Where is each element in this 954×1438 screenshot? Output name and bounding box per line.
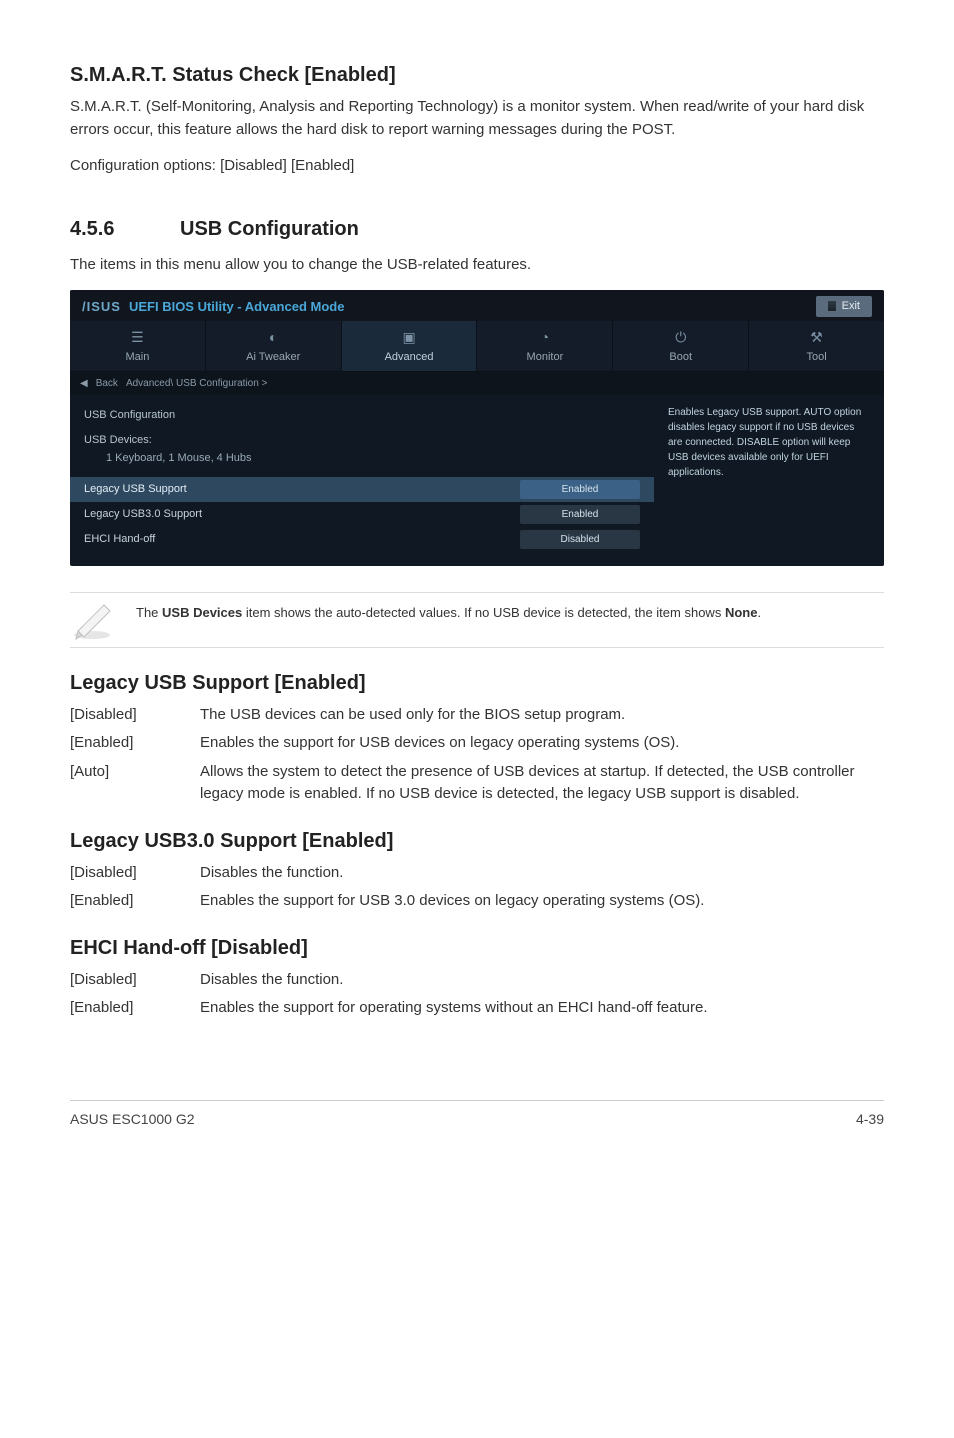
bios-header: /ISUS UEFI BIOS Utility - Advanced Mode … [70,290,884,321]
bios-breadcrumb: ◀ Back Advanced\ USB Configuration > [70,372,884,395]
power-icon: ⏻ [613,329,748,345]
note-box: The USB Devices item shows the auto-dete… [70,592,884,648]
bios-body: USB Configuration USB Devices: 1 Keyboar… [70,395,884,566]
note-prefix: The [136,605,162,620]
legacy-usb-value[interactable]: Enabled [520,480,640,499]
option-def: Enables the support for operating system… [200,997,884,1020]
footer-right: 4-39 [856,1109,884,1130]
bios-tabs: ☰ Main ◐ Ai Tweaker ▣ Advanced ◔ Monitor ⏻ Bo… [70,321,884,373]
usb-config-group: USB Configuration [84,405,640,426]
legacy-usb-list: [Disabled] The USB devices can be used o… [70,704,884,806]
legacy-usb-label: Legacy USB Support [84,481,187,498]
legacy-usb30-value[interactable]: Enabled [520,505,640,524]
option-term: [Disabled] [70,704,200,727]
tab-advanced-label: Advanced [385,351,434,363]
smart-heading: S.M.A.R.T. Status Check [Enabled] [70,60,884,90]
note-bold2: None [725,605,758,620]
breadcrumb-back[interactable]: Back [96,376,118,391]
legacy-usb30-label: Legacy USB3.0 Support [84,506,202,523]
list-item: [Enabled] Enables the support for USB de… [70,732,884,755]
legacy-usb-heading: Legacy USB Support [Enabled] [70,668,884,698]
option-term: [Enabled] [70,732,200,755]
legacy-usb30-list: [Disabled] Disables the function. [Enabl… [70,862,884,913]
gauge-icon: ◐ [206,329,341,345]
note-bold: USB Devices [162,605,242,620]
option-term: [Enabled] [70,997,200,1020]
list-item: [Disabled] Disables the function. [70,969,884,992]
list-item: [Enabled] Enables the support for operat… [70,997,884,1020]
page-footer: ASUS ESC1000 G2 4-39 [70,1100,884,1130]
smart-config: Configuration options: [Disabled] [Enabl… [70,155,884,178]
option-def: Disables the function. [200,862,884,885]
tab-ai-tweaker[interactable]: ◐ Ai Tweaker [206,321,342,372]
legacy-usb-row[interactable]: Legacy USB Support Enabled [70,477,654,502]
tab-main-label: Main [125,351,149,363]
smart-para: S.M.A.R.T. (Self-Monitoring, Analysis an… [70,96,884,141]
option-def: Allows the system to detect the presence… [200,761,884,806]
tool-icon: ⚒ [749,329,884,345]
option-term: [Auto] [70,761,200,806]
section-title: USB Configuration [180,218,359,240]
tab-boot[interactable]: ⏻ Boot [613,321,749,372]
list-item: [Auto] Allows the system to detect the p… [70,761,884,806]
tab-ai-label: Ai Tweaker [246,351,300,363]
note-suffix: . [757,605,761,620]
list-icon: ☰ [70,329,205,345]
option-term: [Disabled] [70,969,200,992]
bios-panel: /ISUS UEFI BIOS Utility - Advanced Mode … [70,290,884,566]
section-number: 4.5.6 [70,214,180,244]
option-def: Enables the support for USB devices on l… [200,732,884,755]
back-arrow-icon[interactable]: ◀ [80,376,88,391]
breadcrumb-path: Advanced\ USB Configuration > [126,376,267,391]
ehci-heading: EHCI Hand-off [Disabled] [70,933,884,963]
tab-advanced[interactable]: ▣ Advanced [342,321,478,372]
option-def: Enables the support for USB 3.0 devices … [200,890,884,913]
list-item: [Disabled] Disables the function. [70,862,884,885]
option-def: The USB devices can be used only for the… [200,704,884,727]
bios-help-text: Enables Legacy USB support. AUTO option … [668,405,870,480]
option-term: [Enabled] [70,890,200,913]
ehci-list: [Disabled] Disables the function. [Enabl… [70,969,884,1020]
tab-boot-label: Boot [669,351,692,363]
bios-left-pane: USB Configuration USB Devices: 1 Keyboar… [70,395,654,566]
note-mid: item shows the auto-detected values. If … [242,605,725,620]
tab-monitor-label: Monitor [527,351,564,363]
list-item: [Enabled] Enables the support for USB 3.… [70,890,884,913]
exit-button[interactable]: Exit [816,296,872,317]
tab-main[interactable]: ☰ Main [70,321,206,372]
ehci-value[interactable]: Disabled [520,530,640,549]
ehci-label: EHCI Hand-off [84,531,155,548]
asus-logo: /ISUS [82,297,121,317]
tab-monitor[interactable]: ◔ Monitor [477,321,613,372]
bios-title: /ISUS UEFI BIOS Utility - Advanced Mode [82,297,344,317]
option-def: Disables the function. [200,969,884,992]
option-term: [Disabled] [70,862,200,885]
list-item: [Disabled] The USB devices can be used o… [70,704,884,727]
tab-tool-label: Tool [806,351,826,363]
pencil-note-icon [70,597,118,641]
exit-label: Exit [842,298,860,315]
bios-title-text: UEFI BIOS Utility - Advanced Mode [129,297,344,317]
usb-config-intro: The items in this menu allow you to chan… [70,254,884,277]
legacy-usb30-heading: Legacy USB3.0 Support [Enabled] [70,826,884,856]
usb-config-heading: 4.5.6USB Configuration [70,214,884,244]
footer-left: ASUS ESC1000 G2 [70,1109,195,1130]
usb-devices-value: 1 Keyboard, 1 Mouse, 4 Hubs [84,450,640,471]
tab-tool[interactable]: ⚒ Tool [749,321,884,372]
chip-icon: ▣ [342,329,477,345]
usb-devices-label: USB Devices: [84,430,640,451]
ehci-row[interactable]: EHCI Hand-off Disabled [84,527,640,552]
note-text: The USB Devices item shows the auto-dete… [136,597,761,629]
bios-help-pane: Enables Legacy USB support. AUTO option … [654,395,884,566]
legacy-usb30-row[interactable]: Legacy USB3.0 Support Enabled [84,502,640,527]
monitor-icon: ◔ [477,329,612,345]
